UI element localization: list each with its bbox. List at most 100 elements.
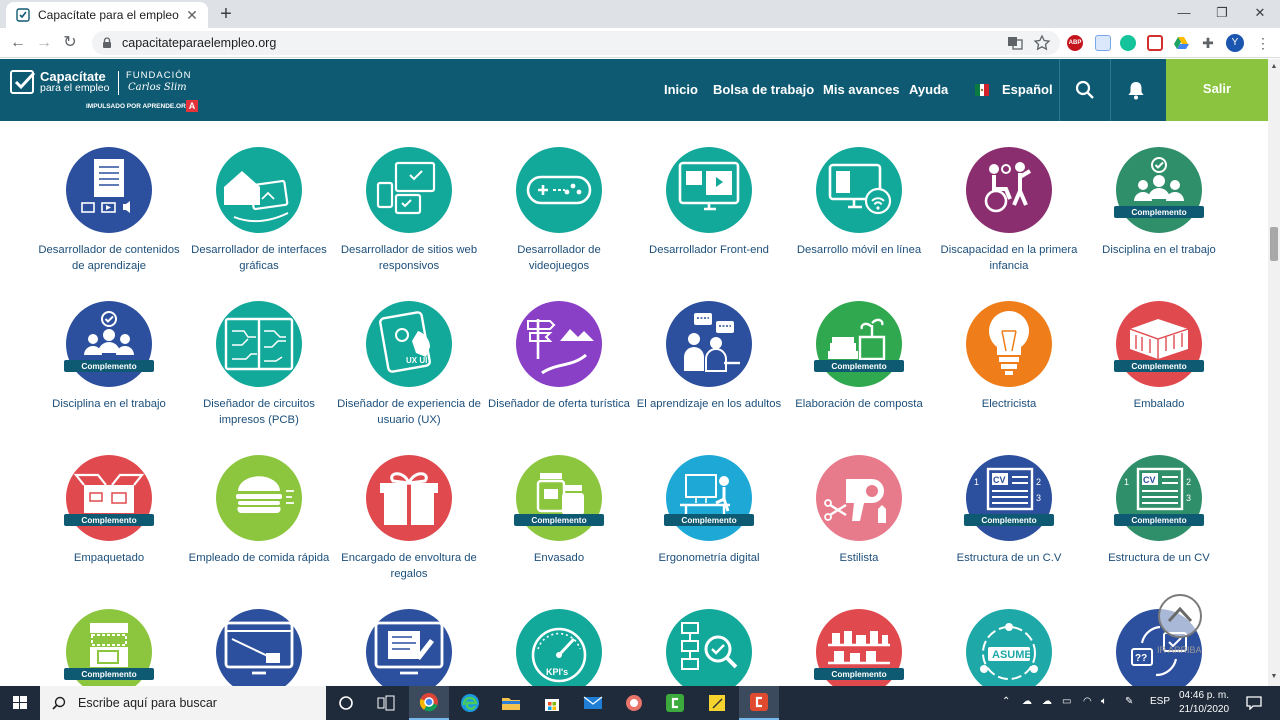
course-title[interactable]: Envasado <box>484 550 634 566</box>
course-icon-circle[interactable]: CV 1 2 3 Complemento <box>964 455 1054 541</box>
course-card[interactable]: Diseñador de circuitos impresos (PCB) <box>184 301 334 428</box>
course-icon-circle[interactable] <box>216 301 302 387</box>
course-icon-circle[interactable]: Complemento <box>64 301 154 387</box>
onedrive-icon[interactable]: ☁ <box>1022 696 1032 707</box>
course-icon-circle[interactable]: Complemento <box>1114 147 1204 233</box>
course-icon-circle[interactable] <box>666 301 752 387</box>
course-card[interactable] <box>334 609 484 686</box>
taskbar-file-explorer[interactable] <box>491 686 531 720</box>
taskbar-search-box[interactable]: Escribe aquí para buscar <box>40 686 326 720</box>
pocket-extension-icon[interactable] <box>1147 35 1163 51</box>
taskbar-camtasia[interactable] <box>655 686 695 720</box>
nav-ayuda[interactable]: Ayuda <box>909 82 948 97</box>
taskbar-photo-app[interactable] <box>614 686 654 720</box>
course-title[interactable]: Desarrollador de contenidos de aprendiza… <box>34 242 184 274</box>
course-title[interactable]: Desarrollador de sitios web responsivos <box>334 242 484 274</box>
course-icon-circle[interactable] <box>216 455 302 541</box>
course-title[interactable]: Discapacidad en la primera infancia <box>934 242 1084 274</box>
course-card[interactable]: Electricista <box>934 301 1084 412</box>
tab-close-icon[interactable]: ✕ <box>184 7 200 24</box>
translate-icon[interactable] <box>1006 34 1024 52</box>
course-title[interactable]: Elaboración de composta <box>784 396 934 412</box>
taskbar-sticky-notes[interactable] <box>697 686 737 720</box>
mexico-flag-icon[interactable] <box>975 84 989 96</box>
course-icon-circle[interactable]: Complemento <box>664 455 754 541</box>
course-icon-circle[interactable] <box>516 301 602 387</box>
course-card[interactable]: Complemento Elaboración de composta <box>784 301 934 412</box>
onedrive-personal-icon[interactable]: ☁ <box>1042 696 1052 707</box>
course-title[interactable]: Desarrollador Front-end <box>634 242 784 258</box>
course-card[interactable]: Complemento Disciplina en el trabajo <box>1084 147 1234 258</box>
address-bar[interactable]: capacitateparaelempleo.org <box>92 31 1060 55</box>
nav-mis-avances[interactable]: Mis avances <box>823 82 900 97</box>
taskbar-recorder[interactable] <box>739 686 779 720</box>
course-icon-circle[interactable]: Complemento <box>64 455 154 541</box>
scrollbar-thumb[interactable] <box>1270 227 1278 261</box>
course-card[interactable]: Encargado de envoltura de regalos <box>334 455 484 582</box>
course-title[interactable]: Estructura de un CV <box>1084 550 1234 566</box>
course-card[interactable]: Complemento Disciplina en el trabajo <box>34 301 184 412</box>
course-card[interactable]: Desarrollador de contenidos de aprendiza… <box>34 147 184 274</box>
course-title[interactable]: Diseñador de oferta turística <box>484 396 634 412</box>
profile-avatar[interactable]: Y <box>1226 34 1244 52</box>
extensions-puzzle-icon[interactable]: ✚ <box>1200 35 1216 51</box>
notifications-icon[interactable] <box>1246 696 1262 710</box>
course-title[interactable]: Desarrollador de interfaces gráficas <box>184 242 334 274</box>
course-title[interactable]: Disciplina en el trabajo <box>1084 242 1234 258</box>
course-card[interactable]: Complemento Empaquetado <box>34 455 184 566</box>
course-icon-circle[interactable] <box>816 147 902 233</box>
course-icon-circle[interactable]: UX UI <box>366 301 452 387</box>
bell-icon[interactable] <box>1126 80 1146 100</box>
course-card[interactable]: CV 1 2 3 Complemento Estructura de un CV <box>1084 455 1234 566</box>
language-selector[interactable]: Español <box>1002 82 1053 97</box>
tray-chevron-up-icon[interactable]: ⌃ <box>1002 696 1010 707</box>
course-title[interactable]: Encargado de envoltura de regalos <box>334 550 484 582</box>
search-icon[interactable] <box>1075 80 1095 100</box>
course-icon-circle[interactable]: Complemento <box>814 301 904 387</box>
course-icon-circle[interactable] <box>366 147 452 233</box>
grammarly-extension-icon[interactable] <box>1120 35 1136 51</box>
taskbar-store[interactable] <box>532 686 572 720</box>
scroll-up-arrow-icon[interactable]: ▲ <box>1270 63 1278 70</box>
adblock-extension-icon[interactable]: ABP <box>1067 35 1083 51</box>
course-title[interactable]: Electricista <box>934 396 1084 412</box>
course-icon-circle[interactable] <box>816 455 902 541</box>
browser-tab[interactable]: Capacítate para el empleo ✕ <box>6 2 208 28</box>
course-icon-circle[interactable]: Complemento <box>1114 301 1204 387</box>
course-icon-circle[interactable]: Complemento <box>64 609 154 686</box>
bookmark-star-icon[interactable] <box>1033 34 1051 52</box>
pen-workspace-icon[interactable]: ✎ <box>1125 696 1133 707</box>
course-card[interactable]: El aprendizaje en los adultos <box>634 301 784 412</box>
course-card[interactable]: Desarrollador de interfaces gráficas <box>184 147 334 274</box>
course-icon-circle[interactable] <box>666 609 752 686</box>
course-card[interactable]: CV 1 2 3 Complemento Estructura de un C.V <box>934 455 1084 566</box>
wifi-icon[interactable]: ◠ <box>1083 696 1092 707</box>
course-title[interactable]: Embalado <box>1084 396 1234 412</box>
minimize-button[interactable]: — <box>1165 0 1203 28</box>
course-icon-circle[interactable]: KPI's <box>516 609 602 686</box>
taskbar-edge[interactable] <box>450 686 490 720</box>
course-title[interactable]: Empaquetado <box>34 550 184 566</box>
course-card[interactable]: Empleado de comida rápida <box>184 455 334 566</box>
back-arrow-icon[interactable]: ← <box>8 33 28 53</box>
course-icon-circle[interactable] <box>966 301 1052 387</box>
course-title[interactable]: Diseñador de circuitos impresos (PCB) <box>184 396 334 428</box>
course-title[interactable]: Desarrollo móvil en línea <box>784 242 934 258</box>
volume-icon[interactable]: 🔈︎ <box>1101 696 1107 707</box>
course-card[interactable]: Estilista <box>784 455 934 566</box>
course-card[interactable]: ASUME <box>934 609 1084 686</box>
scroll-to-top-button[interactable] <box>1158 594 1202 638</box>
course-icon-circle[interactable] <box>66 147 152 233</box>
course-card[interactable] <box>184 609 334 686</box>
nav-inicio[interactable]: Inicio <box>664 82 698 97</box>
cortana-button[interactable] <box>326 686 366 720</box>
course-title[interactable]: Desarrollador de videojuegos <box>484 242 634 274</box>
taskbar-clock[interactable]: 04:46 p. m. 21/10/2020 <box>1168 689 1240 717</box>
course-icon-circle[interactable]: Complemento <box>514 455 604 541</box>
course-icon-circle[interactable]: Complemento <box>814 609 904 686</box>
close-window-button[interactable]: ✕ <box>1241 0 1279 28</box>
course-icon-circle[interactable]: ASUME <box>966 609 1052 686</box>
battery-icon[interactable]: ▭ <box>1062 696 1071 707</box>
course-icon-circle[interactable] <box>966 147 1052 233</box>
course-icon-circle[interactable] <box>516 147 602 233</box>
